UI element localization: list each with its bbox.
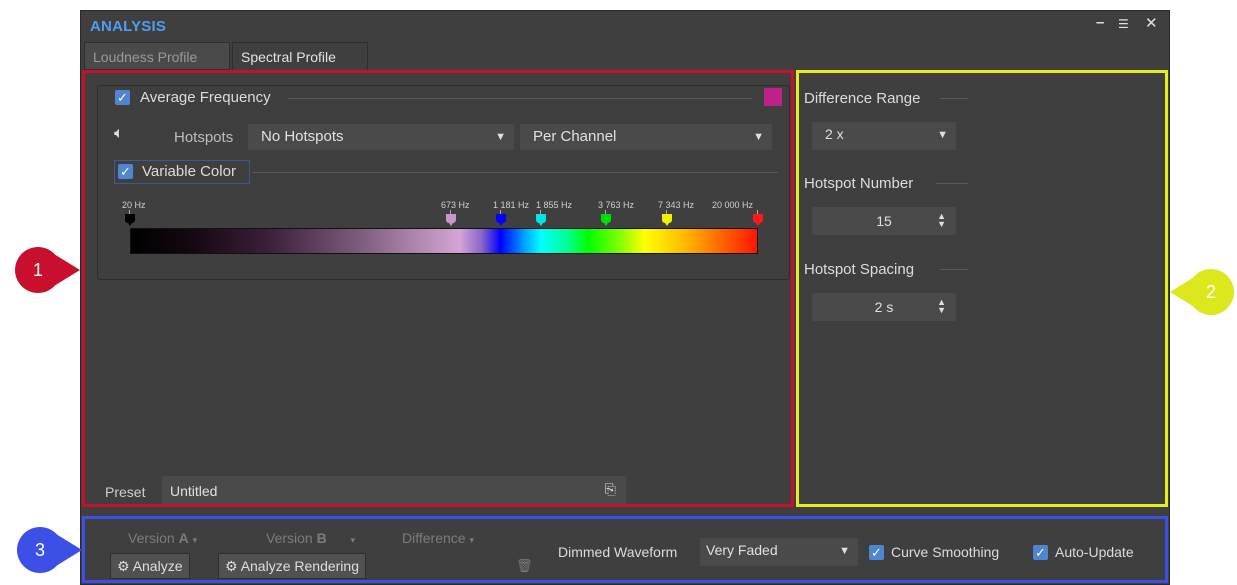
version-b-label: Version [266,530,313,546]
version-b-menu[interactable]: Version B ▾ [266,530,355,546]
chevron-down-icon: ▼ [753,131,764,143]
chevron-down-icon: ▾ [192,535,198,545]
average-frequency-checkbox[interactable]: ✓ [115,90,130,105]
preset-value: Untitled [170,483,218,499]
hotspots-channel-dropdown[interactable]: Per Channel ▼ [520,124,772,150]
auto-update-label: Auto-Update [1055,544,1134,560]
analyze-rendering-button[interactable]: ⚙ Analyze Rendering [218,553,366,579]
marker-20000hz[interactable] [753,210,763,226]
trash-icon[interactable]: 🗑︎ [516,558,533,574]
variable-color-divider [252,172,778,173]
group-divider [288,98,752,99]
analyze-button[interactable]: ⚙ Analyze [110,553,190,579]
chevron-down-icon: ▾ [469,535,474,545]
hotspot-number-stepper[interactable]: 15 ▲ ▼ [812,207,956,235]
close-icon[interactable]: ✕ [1145,14,1158,32]
freq-label-20hz: 20 Hz [122,200,146,210]
hotspot-spacing-stepper[interactable]: 2 s ▲ ▼ [812,293,956,321]
dimmed-waveform-value: Very Faded [706,542,778,558]
chevron-down-icon: ▼ [937,129,948,141]
difference-menu[interactable]: Difference ▾ [402,530,474,546]
preset-label: Preset [105,484,146,500]
analyze-label: Analyze [132,558,183,574]
hotspot-number-label: Hotspot Number [804,175,914,192]
preset-menu-icon[interactable]: ⎘ [605,481,616,498]
preset-field[interactable]: Untitled ⎘ [162,476,626,504]
difference-range-divider [940,98,968,99]
freq-label-673hz: 673 Hz [441,200,470,210]
marker-20hz[interactable] [125,210,135,226]
average-frequency-label: Average Frequency [140,89,271,106]
color-swatch[interactable] [764,88,782,106]
hotspot-number-divider [936,183,968,184]
version-a-menu[interactable]: Version A ▾ [128,530,197,546]
version-a-label: Version [128,530,175,546]
gears-icon: ⚙ [225,558,238,574]
speaker-icon[interactable]: 🔈︎ [114,125,124,143]
dimmed-waveform-label: Dimmed Waveform [558,544,678,560]
stepper-arrows-icon[interactable]: ▲ ▼ [937,298,946,315]
dimmed-waveform-dropdown[interactable]: Very Faded ▼ [700,538,858,566]
variable-color-checkbox[interactable]: ✓ [118,164,133,179]
version-b-letter: B [316,530,327,546]
marker-3763hz[interactable] [601,210,611,226]
hotspots-mode-value: No Hotspots [261,128,344,145]
tab-spectral-profile[interactable]: Spectral Profile [232,42,368,70]
hotspot-spacing-label: Hotspot Spacing [804,261,915,278]
frequency-color-gradient[interactable] [130,228,758,254]
freq-label-1181hz: 1 181 Hz [493,200,530,210]
difference-range-dropdown[interactable]: 2 x ▼ [812,122,956,150]
chevron-down-icon: ▾ [350,535,356,545]
marker-673hz[interactable] [446,210,456,226]
freq-label-7343hz: 7 343 Hz [658,200,695,210]
marker-7343hz[interactable] [662,210,672,226]
callout-3-number: 3 [34,540,45,560]
hotspot-number-value: 15 [876,213,892,229]
chevron-down-icon: ▼ [495,131,506,143]
hotspot-spacing-divider [940,269,968,270]
freq-label-20000hz: 20 000 Hz [712,200,754,210]
menu-icon[interactable]: ☰ [1118,17,1129,31]
stepper-arrows-icon[interactable]: ▲ ▼ [937,212,946,229]
tab-loudness-profile[interactable]: Loudness Profile [84,42,230,70]
callout-1-number: 1 [32,260,43,280]
version-a-letter: A [178,530,189,546]
marker-1855hz[interactable] [536,210,546,226]
window-title: ANALYSIS [90,18,167,35]
analyze-rendering-label: Analyze Rendering [240,558,359,574]
difference-label: Difference [402,530,466,546]
curve-smoothing-label: Curve Smoothing [891,544,1000,560]
marker-1181hz[interactable] [496,210,506,226]
hotspots-label: Hotspots [174,129,234,146]
hotspots-mode-dropdown[interactable]: No Hotspots ▼ [248,124,514,150]
difference-range-label: Difference Range [804,90,921,107]
variable-color-label: Variable Color [142,163,236,180]
hotspot-spacing-value: 2 s [874,299,894,315]
chevron-down-icon: ▼ [839,545,850,557]
minimize-icon[interactable]: – [1096,14,1104,31]
difference-range-value: 2 x [825,126,844,142]
freq-label-3763hz: 3 763 Hz [598,200,635,210]
hotspots-channel-value: Per Channel [533,128,617,145]
callout-2-number: 2 [1205,282,1216,302]
curve-smoothing-checkbox[interactable]: ✓ [869,545,884,560]
gears-icon: ⚙ [117,558,130,574]
auto-update-checkbox[interactable]: ✓ [1033,545,1048,560]
freq-label-1855hz: 1 855 Hz [536,200,573,210]
